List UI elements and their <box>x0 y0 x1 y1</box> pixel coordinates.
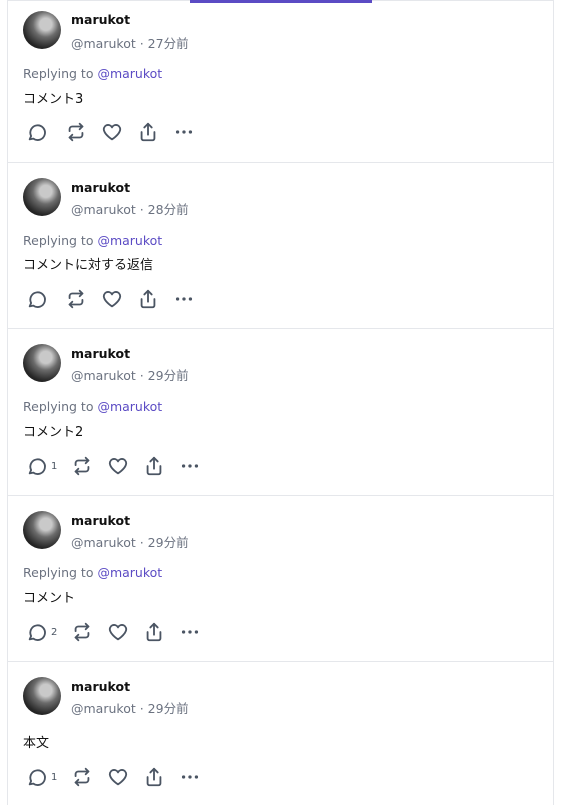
like-button[interactable] <box>107 455 129 477</box>
comment-icon <box>28 124 46 141</box>
like-icon <box>109 458 128 475</box>
more-button[interactable] <box>179 621 201 643</box>
replying-to-handle[interactable]: @marukot <box>97 66 162 81</box>
share-icon <box>140 289 156 309</box>
reply-button[interactable]: 1 <box>26 455 57 477</box>
post-meta: @marukot · 29分前 <box>71 701 189 716</box>
more-icon <box>175 130 193 134</box>
avatar[interactable] <box>23 178 61 216</box>
replying-to-label: Replying to <box>23 233 98 248</box>
comment-icon <box>28 291 46 308</box>
post-actions: 2 <box>26 621 215 643</box>
like-icon <box>109 624 128 641</box>
more-button[interactable] <box>173 121 195 143</box>
replying-to-handle[interactable]: @marukot <box>97 233 162 248</box>
like-icon <box>102 124 122 141</box>
repost-button[interactable] <box>71 621 93 643</box>
reply-count: 2 <box>51 626 58 638</box>
reply-button[interactable] <box>26 121 51 143</box>
avatar[interactable] <box>23 11 61 49</box>
share-icon <box>147 767 162 787</box>
more-button[interactable] <box>179 455 201 477</box>
active-tab-indicator <box>190 0 372 3</box>
more-icon <box>182 464 199 468</box>
post-meta: @marukot · 29分前 <box>71 368 189 383</box>
more-button[interactable] <box>173 288 195 310</box>
replying-to-label: Replying to <box>23 66 98 81</box>
post[interactable]: marukot @marukot · 27分前 Replying to @mar… <box>8 1 553 163</box>
post[interactable]: marukot @marukot · 29分前 Replying to @mar… <box>8 496 553 662</box>
replying-to-handle[interactable]: @marukot <box>97 565 162 580</box>
comment-icon <box>28 769 46 786</box>
reply-count: 1 <box>51 460 58 472</box>
share-icon <box>147 456 162 476</box>
post[interactable]: marukot @marukot · 29分前 Replying to @mar… <box>8 329 553 496</box>
comment-feed: marukot @marukot · 27分前 Replying to @mar… <box>7 0 554 805</box>
replying-to: Replying to @marukot <box>23 233 162 248</box>
share-icon <box>147 622 162 642</box>
repost-icon <box>68 122 84 142</box>
share-button[interactable] <box>143 766 165 788</box>
post-author-name[interactable]: marukot <box>71 679 130 694</box>
share-button[interactable] <box>137 121 159 143</box>
reply-button[interactable]: 2 <box>26 621 57 643</box>
like-button[interactable] <box>101 121 123 143</box>
post-meta: @marukot · 28分前 <box>71 202 189 217</box>
share-button[interactable] <box>143 455 165 477</box>
share-button[interactable] <box>143 621 165 643</box>
replying-to-label: Replying to <box>23 565 98 580</box>
replying-to: Replying to @marukot <box>23 66 162 81</box>
like-button[interactable] <box>101 288 123 310</box>
more-icon <box>182 775 199 779</box>
more-icon <box>175 297 193 301</box>
replying-to-handle[interactable]: @marukot <box>97 399 162 414</box>
avatar[interactable] <box>23 511 61 549</box>
more-icon <box>182 630 199 634</box>
avatar[interactable] <box>23 344 61 382</box>
post-body: コメント <box>23 591 76 606</box>
repost-icon <box>68 289 84 309</box>
like-button[interactable] <box>107 621 129 643</box>
avatar[interactable] <box>23 677 61 715</box>
like-icon <box>109 769 128 786</box>
post-author-name[interactable]: marukot <box>71 180 130 195</box>
post-meta: @marukot · 29分前 <box>71 535 189 550</box>
repost-button[interactable] <box>71 766 93 788</box>
post-body: コメント2 <box>23 425 84 440</box>
comment-icon <box>28 458 46 475</box>
post-actions <box>26 121 209 143</box>
post-actions: 1 <box>26 455 215 477</box>
replying-to: Replying to @marukot <box>23 399 162 414</box>
share-icon <box>140 122 156 142</box>
like-button[interactable] <box>107 766 129 788</box>
replying-to: Replying to @marukot <box>23 565 162 580</box>
post-actions: 1 <box>26 766 215 788</box>
post[interactable]: marukot @marukot · 28分前 Replying to @mar… <box>8 163 553 329</box>
post-body: コメント3 <box>23 92 84 107</box>
repost-button[interactable] <box>65 288 87 310</box>
reply-button[interactable]: 1 <box>26 766 57 788</box>
post-meta: @marukot · 27分前 <box>71 36 189 51</box>
repost-icon <box>75 767 90 787</box>
post-body: コメントに対する返信 <box>23 258 154 273</box>
share-button[interactable] <box>137 288 159 310</box>
more-button[interactable] <box>179 766 201 788</box>
comment-icon <box>28 624 46 641</box>
replying-to-label: Replying to <box>23 399 98 414</box>
reply-button[interactable] <box>26 288 51 310</box>
post-author-name[interactable]: marukot <box>71 513 130 528</box>
repost-button[interactable] <box>65 121 87 143</box>
post-author-name[interactable]: marukot <box>71 346 130 361</box>
repost-icon <box>75 622 90 642</box>
reply-count: 1 <box>51 771 58 783</box>
post-author-name[interactable]: marukot <box>71 12 130 27</box>
post-actions <box>26 288 209 310</box>
repost-button[interactable] <box>71 455 93 477</box>
like-icon <box>102 291 122 308</box>
repost-icon <box>75 456 90 476</box>
post[interactable]: marukot @marukot · 29分前 本文 1 <box>8 662 553 806</box>
post-body: 本文 <box>23 736 50 751</box>
